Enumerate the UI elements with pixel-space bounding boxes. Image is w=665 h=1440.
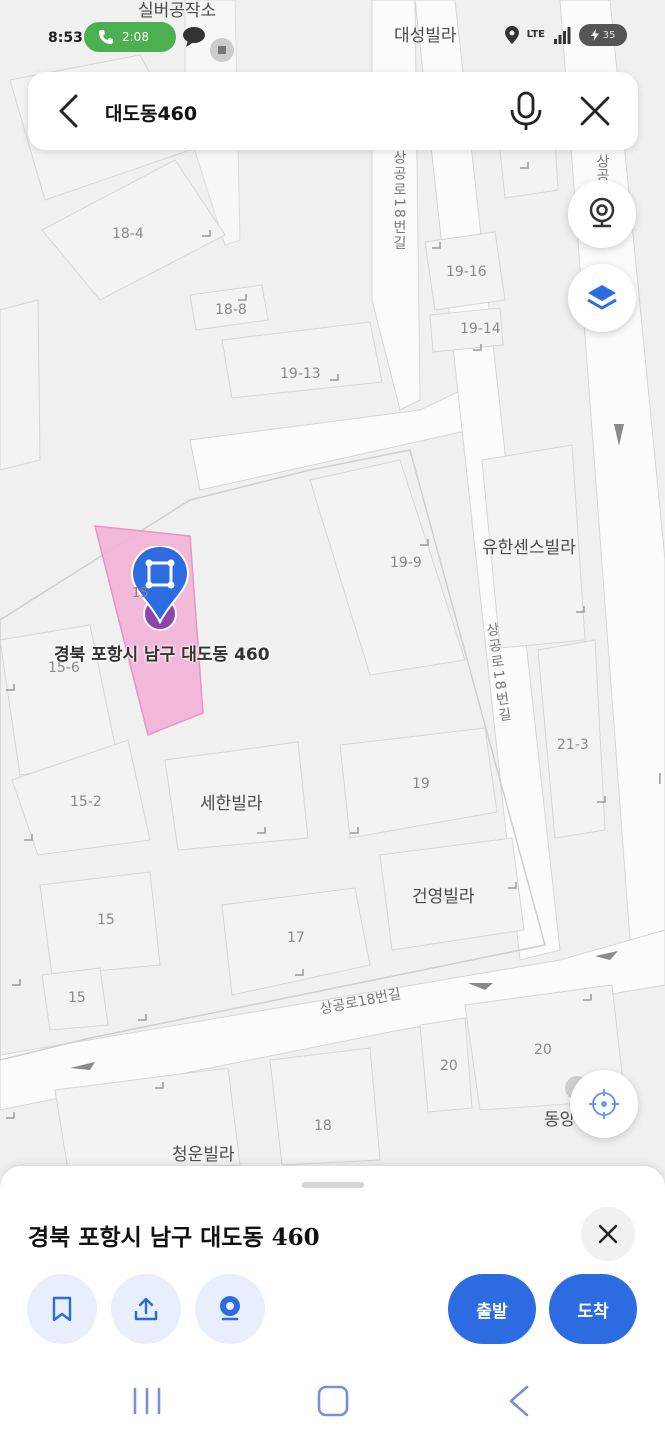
location-status-icon	[504, 26, 519, 44]
map-label-parcel-18-4: 18-4	[112, 226, 144, 242]
map-label-edge-l: l	[658, 772, 662, 788]
share-button[interactable]	[111, 1274, 181, 1344]
map-label-parcel-17: 17	[287, 930, 305, 946]
bookmark-icon	[52, 1296, 72, 1322]
map-label-parcel-19-9: 19-9	[390, 555, 422, 571]
bookmark-button[interactable]	[27, 1274, 97, 1344]
street-view-button[interactable]	[568, 180, 636, 248]
phone-icon	[99, 30, 113, 44]
ongoing-call-chip[interactable]: 2:08	[84, 22, 176, 52]
map-label-cheongun-villa: 청운빌라	[172, 1145, 235, 1165]
pin-caption: 경북 포항시 남구 대도동 460	[54, 645, 270, 665]
search-query[interactable]: 대도동460	[105, 99, 197, 126]
map-label-parcel-19-14: 19-14	[460, 321, 501, 337]
status-bar: 8:53 2:08 LTE 35	[0, 18, 665, 58]
map-label-parcel-15-2: 15-2	[70, 794, 102, 810]
place-title: 경북 포항시 남구 대도동 460	[28, 1224, 320, 1251]
close-sheet-button[interactable]	[581, 1207, 635, 1261]
arrive-button[interactable]: 도착	[549, 1274, 637, 1344]
back-nav-icon[interactable]	[499, 1381, 539, 1421]
map-label-parcel-20-a: 20	[440, 1058, 458, 1074]
map-layers-button[interactable]	[568, 264, 636, 332]
map-label-parcel-19-13: 19-13	[280, 366, 321, 382]
map-label-parcel-20-b: 20	[534, 1042, 552, 1058]
share-icon	[134, 1297, 158, 1321]
layers-icon	[587, 285, 617, 310]
battery-level: 35	[602, 29, 616, 41]
crosshair-icon	[589, 1089, 619, 1119]
current-location-button[interactable]	[570, 1070, 638, 1138]
depart-button[interactable]: 출발	[448, 1274, 536, 1344]
search-bar[interactable]: 대도동460	[28, 72, 638, 150]
location-pin[interactable]: 15	[130, 544, 190, 636]
map-label-yuhan-sense-villa: 유한센스빌라	[482, 538, 576, 558]
microphone-icon[interactable]	[506, 90, 546, 132]
signal-icon	[554, 27, 571, 44]
back-arrow-icon[interactable]	[50, 91, 90, 131]
pin-parcel-label: 15	[132, 586, 149, 601]
map-label-parcel-18-8: 18-8	[215, 302, 247, 318]
network-type: LTE	[526, 29, 545, 40]
clear-search-icon[interactable]	[576, 92, 614, 130]
map-label-road-vertical-top: 상공로18번길	[391, 150, 407, 252]
map-label-parcel-19: 19	[412, 776, 430, 792]
map-label-parcel-15-a: 15	[97, 912, 115, 928]
sheet-drag-handle[interactable]	[302, 1182, 364, 1188]
battery-indicator: 35	[579, 24, 627, 46]
map-label-sehan-villa: 세한빌라	[200, 794, 263, 814]
map-label-geonyoung-villa: 건영빌라	[412, 887, 475, 907]
call-timer: 2:08	[122, 30, 149, 44]
close-icon	[598, 1224, 618, 1244]
screen: 실버공작소 대성빌라 18-4 18-8 19-13 19-16 19-14 1…	[0, 0, 665, 1440]
map-label-road-sang-edge: 상공	[594, 154, 610, 182]
map-label-parcel-15-b: 15	[68, 990, 86, 1006]
home-icon[interactable]	[313, 1381, 353, 1421]
map-label-parcel-21-3: 21-3	[557, 737, 589, 753]
recent-apps-icon[interactable]	[127, 1381, 167, 1421]
pin-camera-icon	[220, 1296, 240, 1321]
chat-bubble-icon	[183, 27, 205, 47]
status-time: 8:53	[48, 30, 83, 46]
street-view-icon	[589, 197, 615, 228]
charging-icon	[590, 29, 599, 41]
street-view-location-button[interactable]	[195, 1274, 265, 1344]
map-label-parcel-19-16: 19-16	[446, 264, 487, 280]
map-label-parcel-18: 18	[314, 1118, 332, 1134]
system-nav-bar	[0, 1362, 665, 1440]
status-icons: LTE 35	[504, 24, 627, 46]
